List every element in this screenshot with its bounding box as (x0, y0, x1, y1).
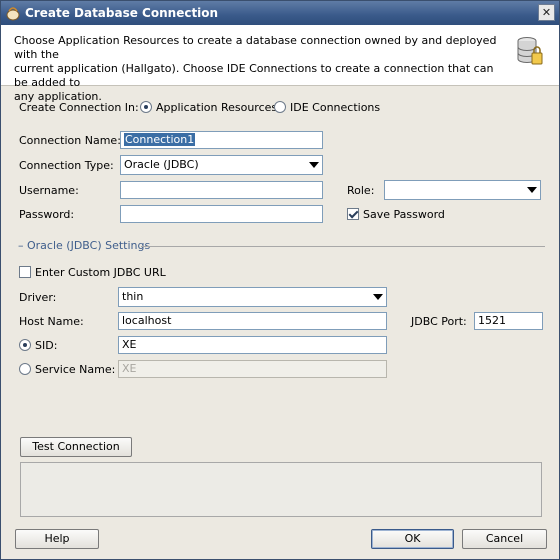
service-name-input: XE (118, 360, 387, 378)
sid-value: XE (122, 338, 137, 351)
description-line-1: Choose Application Resources to create a… (14, 34, 497, 61)
jdbc-port-label: JDBC Port: (411, 315, 467, 328)
cancel-button[interactable]: Cancel (462, 529, 547, 549)
radio-service-name[interactable] (19, 363, 31, 375)
settings-section-title: – Oracle (JDBC) Settings (18, 239, 150, 252)
username-input[interactable] (120, 181, 323, 199)
window-title: Create Database Connection (25, 6, 219, 20)
header-panel: Choose Application Resources to create a… (1, 25, 559, 103)
password-input[interactable] (120, 205, 323, 223)
radio-sid[interactable] (19, 339, 31, 351)
connection-name-input[interactable]: Connection1 (120, 131, 323, 149)
role-label: Role: (347, 184, 375, 197)
connection-name-value: Connection1 (124, 133, 196, 146)
jdbc-port-value: 1521 (478, 314, 506, 327)
connection-name-label: Connection Name: (19, 134, 121, 147)
section-divider (141, 246, 545, 247)
service-name-label[interactable]: Service Name: (35, 363, 115, 376)
username-label: Username: (19, 184, 79, 197)
radio-application-resources[interactable] (140, 101, 152, 113)
sid-input[interactable]: XE (118, 336, 387, 354)
save-password-label[interactable]: Save Password (363, 208, 445, 221)
app-icon (6, 7, 20, 21)
section-dash: – (18, 239, 27, 252)
save-password-checkbox[interactable] (347, 208, 359, 220)
password-label: Password: (19, 208, 75, 221)
chevron-down-icon (373, 294, 383, 300)
chevron-down-icon (309, 162, 319, 168)
section-title-text: Oracle (JDBC) Settings (27, 239, 151, 252)
driver-label: Driver: (19, 291, 57, 304)
test-result-area (20, 462, 542, 517)
sid-label[interactable]: SID: (35, 339, 57, 352)
host-name-value: localhost (122, 314, 172, 327)
create-in-label: Create Connection In: (19, 101, 139, 114)
test-connection-button[interactable]: Test Connection (20, 437, 132, 457)
host-name-label: Host Name: (19, 315, 84, 328)
custom-jdbc-url-checkbox[interactable] (19, 266, 31, 278)
connection-type-select[interactable]: Oracle (JDBC) (120, 155, 323, 175)
connection-type-value: Oracle (JDBC) (124, 158, 199, 171)
driver-value: thin (122, 290, 144, 303)
close-icon: ✕ (541, 6, 552, 19)
radio-ide-connections[interactable] (274, 101, 286, 113)
ide-connections-label[interactable]: IDE Connections (290, 101, 380, 114)
jdbc-port-input[interactable]: 1521 (474, 312, 543, 330)
dialog-window: Create Database Connection ✕ Choose Appl… (0, 0, 560, 560)
driver-select[interactable]: thin (118, 287, 387, 307)
close-button[interactable]: ✕ (538, 4, 555, 21)
connection-type-label: Connection Type: (19, 159, 114, 172)
custom-jdbc-url-label[interactable]: Enter Custom JDBC URL (35, 266, 166, 279)
application-resources-label[interactable]: Application Resources (156, 101, 277, 114)
description: Choose Application Resources to create a… (14, 34, 504, 104)
chevron-down-icon (527, 187, 537, 193)
help-button[interactable]: Help (15, 529, 99, 549)
database-icon (517, 37, 543, 65)
role-select[interactable] (384, 180, 541, 200)
service-name-value: XE (122, 362, 137, 375)
title-bar: Create Database Connection ✕ (1, 1, 559, 25)
description-line-2: current application (Hallgato). Choose I… (14, 62, 494, 89)
ok-button[interactable]: OK (371, 529, 454, 549)
host-name-input[interactable]: localhost (118, 312, 387, 330)
